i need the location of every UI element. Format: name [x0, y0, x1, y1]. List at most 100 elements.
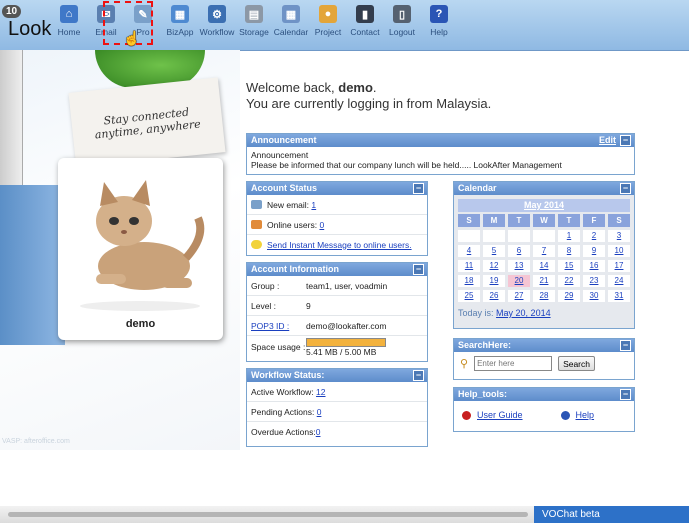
today-link[interactable]: May 20, 2014 [496, 308, 551, 318]
help-icon: ? [430, 5, 448, 23]
account-status-panel: Account Status − New email: 1 Online use… [246, 181, 428, 256]
hand-cursor-icon: ☝ [123, 30, 141, 46]
nav-home[interactable]: ⌂ Home [52, 5, 86, 37]
magnifier-icon: ⚲ [460, 358, 469, 370]
nav-label: Contact [350, 27, 380, 37]
calendar-month-link[interactable]: May 2014 [524, 200, 564, 210]
pending-actions-label: Pending Actions: [251, 406, 315, 417]
calendar-day[interactable]: 22 [558, 275, 580, 287]
slogan-note: Stay connected anytime, anywhere [68, 77, 226, 168]
new-email-label: New email: [267, 199, 310, 210]
calendar-day[interactable]: 29 [558, 290, 580, 302]
calendar-day[interactable]: 17 [608, 260, 630, 272]
minimize-icon[interactable]: − [413, 264, 424, 275]
help-tools-title: Help_tools: [458, 389, 508, 399]
user-guide-icon [462, 410, 471, 420]
nav-label: Logout [389, 27, 415, 37]
calendar-day[interactable]: 18 [458, 275, 480, 287]
calendar-day[interactable]: 24 [608, 275, 630, 287]
announcement-title: Announcement [251, 135, 317, 145]
vochat-bar[interactable]: VOChat beta [534, 506, 689, 523]
minimize-icon[interactable]: − [413, 370, 424, 381]
calendar-day[interactable]: 7 [533, 245, 555, 257]
calendar-day[interactable]: 25 [458, 290, 480, 302]
calendar-day[interactable]: 15 [558, 260, 580, 272]
minimize-icon[interactable]: − [620, 135, 631, 146]
calendar-day[interactable]: 19 [483, 275, 505, 287]
announcement-text: Please be informed that our company lunc… [251, 160, 562, 170]
calendar-day[interactable]: 20 [508, 275, 530, 287]
logout-icon: ▯ [393, 5, 411, 23]
calendar-day[interactable]: 4 [458, 245, 480, 257]
calendar-day[interactable]: 31 [608, 290, 630, 302]
nav-bizapp[interactable]: ▦ BizApp [163, 5, 197, 37]
search-input[interactable] [474, 356, 553, 371]
edit-link[interactable]: Edit [599, 134, 616, 147]
notification-badge: 10 [2, 5, 22, 18]
calendar-day[interactable]: 28 [533, 290, 555, 302]
space-usage-fill [307, 338, 385, 346]
nav-help[interactable]: ? Help [422, 5, 456, 37]
welcome-suffix: . [372, 80, 377, 95]
calendar-day[interactable]: 3 [608, 230, 630, 242]
calendar-day[interactable]: 27 [508, 290, 530, 302]
pending-actions-link[interactable]: 0 [317, 407, 322, 417]
calendar-day[interactable]: 10 [608, 245, 630, 257]
nav-workflow[interactable]: ⚙ Workflow [200, 5, 234, 37]
users-icon [251, 220, 262, 229]
nav-storage[interactable]: ▤ Storage [237, 5, 271, 37]
weekday-header: S [608, 214, 630, 227]
calendar-day[interactable]: 6 [508, 245, 530, 257]
pop3-row: POP3 ID : demo@lookafter.com [247, 316, 427, 336]
search-button[interactable]: Search [558, 356, 595, 371]
calendar-day[interactable]: 9 [583, 245, 605, 257]
calendar-day[interactable]: 16 [583, 260, 605, 272]
scrollbar-thumb[interactable] [8, 512, 528, 517]
calendar-panel: Calendar − May 2014 S M T W T F S 1 2 3 4 5 6 7 8 9 10 11… [453, 181, 635, 329]
calendar-day[interactable]: 11 [458, 260, 480, 272]
nav-logout[interactable]: ▯ Logout [385, 5, 419, 37]
horizontal-scrollbar[interactable] [0, 506, 534, 523]
nav-calendar[interactable]: ▦ Calendar [274, 5, 308, 37]
calendar-icon: ▦ [282, 5, 300, 23]
project-icon: ● [319, 5, 337, 23]
minimize-icon[interactable]: − [413, 183, 424, 194]
calendar-day[interactable]: 5 [483, 245, 505, 257]
online-users-count-link[interactable]: 0 [319, 220, 324, 230]
search-header: SearchHere: − [454, 339, 634, 352]
minimize-icon[interactable]: − [620, 389, 631, 400]
send-im-link[interactable]: Send Instant Message to online users. [267, 240, 412, 250]
pop3-link[interactable]: POP3 ID : [251, 321, 306, 331]
calendar-day[interactable]: 2 [583, 230, 605, 242]
profile-name: demo [125, 318, 156, 330]
calendar-day[interactable]: 1 [558, 230, 580, 242]
welcome-message: Welcome back, demo. You are currently lo… [246, 80, 491, 112]
calendar-day[interactable]: 21 [533, 275, 555, 287]
contact-icon: ▮ [356, 5, 374, 23]
calendar-day[interactable]: 23 [583, 275, 605, 287]
active-workflow-link[interactable]: 12 [316, 387, 325, 397]
calendar-day[interactable]: 8 [558, 245, 580, 257]
help-link[interactable]: Help [576, 410, 595, 420]
calendar-day[interactable]: 13 [508, 260, 530, 272]
online-users-label: Online users: [267, 219, 318, 230]
calendar-title: Calendar [458, 183, 497, 193]
calendar-day[interactable]: 14 [533, 260, 555, 272]
calendar-day[interactable]: 12 [483, 260, 505, 272]
nav-project[interactable]: ● Project [311, 5, 345, 37]
envelope-icon [251, 200, 262, 209]
new-email-count-link[interactable]: 1 [311, 200, 316, 210]
minimize-icon[interactable]: − [620, 183, 631, 194]
level-value: 9 [306, 300, 311, 311]
new-email-row: New email: 1 [247, 195, 427, 215]
login-location: You are currently logging in from Malays… [246, 96, 492, 111]
user-guide-link[interactable]: User Guide [477, 410, 523, 420]
calendar-day[interactable]: 30 [583, 290, 605, 302]
workflow-panel: Workflow Status: − Active Workflow: 12 P… [246, 368, 428, 447]
weekday-header: T [508, 214, 530, 227]
nav-contact[interactable]: ▮ Contact [348, 5, 382, 37]
calendar-day[interactable]: 26 [483, 290, 505, 302]
overdue-actions-link[interactable]: 0 [316, 427, 321, 437]
announcement-heading: Announcement [251, 150, 309, 160]
minimize-icon[interactable]: − [620, 340, 631, 351]
